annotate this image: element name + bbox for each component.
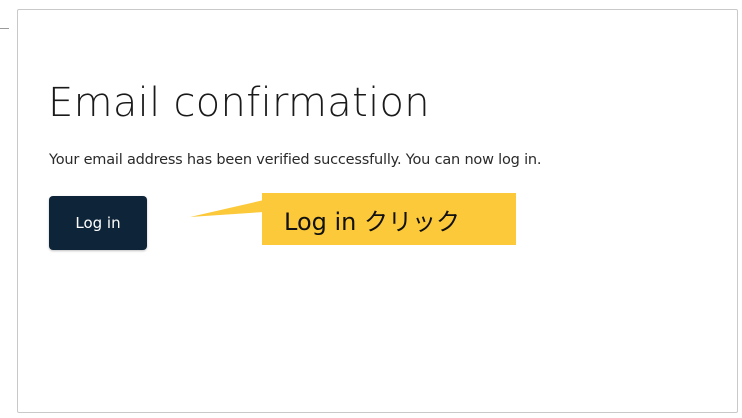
left-edge-remnant	[0, 0, 14, 418]
callout-pointer-icon	[190, 200, 264, 217]
annotation-callout: Log in クリック	[262, 193, 516, 245]
left-edge-line	[0, 28, 9, 29]
page-title: Email confirmation	[48, 80, 430, 126]
screenshot-stage: Email confirmation Your email address ha…	[0, 0, 742, 418]
login-button[interactable]: Log in	[49, 196, 147, 250]
callout-text: Log in クリック	[284, 207, 461, 236]
confirmation-message: Your email address has been verified suc…	[49, 152, 542, 168]
